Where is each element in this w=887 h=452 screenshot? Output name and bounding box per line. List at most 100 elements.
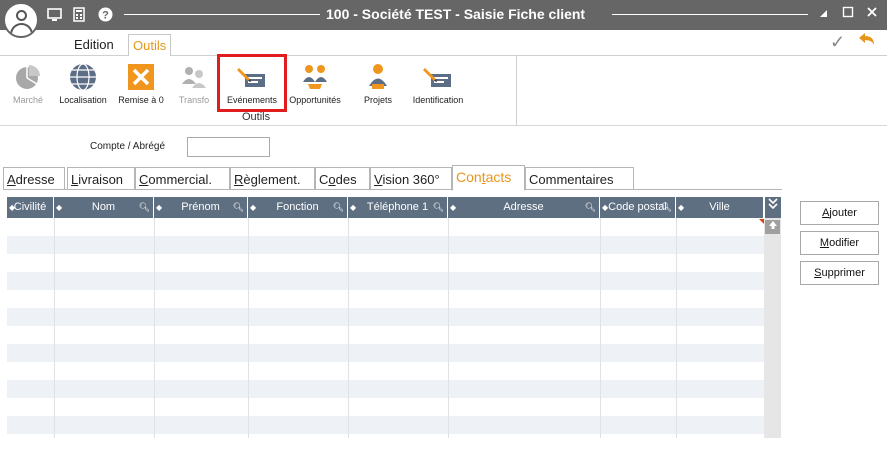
localisation-label: Localisation xyxy=(59,95,107,105)
transfer-people-icon xyxy=(179,62,209,92)
sort-icon: ◆ xyxy=(450,203,457,212)
remise-label: Remise à 0 xyxy=(118,95,164,105)
tab-baseline xyxy=(3,189,782,190)
table-row[interactable] xyxy=(7,344,764,362)
col-divider xyxy=(676,218,677,438)
vertical-scrollbar[interactable] xyxy=(764,218,781,438)
svg-text:?: ? xyxy=(102,10,109,22)
identification-button[interactable]: Identification xyxy=(409,62,467,105)
col-divider xyxy=(348,218,349,438)
table-row[interactable] xyxy=(7,290,764,308)
key-icon: 🔍︎ xyxy=(232,202,244,212)
tab-commentaires[interactable]: Commentaires xyxy=(525,167,634,190)
tab-contacts[interactable]: Contacts xyxy=(452,165,525,191)
col-code-postal[interactable]: ◆ Code postal 🔍︎ xyxy=(600,197,676,218)
expand-columns-icon[interactable] xyxy=(764,197,781,218)
pen-card-icon xyxy=(423,62,453,92)
pie-chart-icon xyxy=(13,62,43,92)
title-bar: ? 100 - Société TEST - Saisie Fiche clie… xyxy=(0,0,887,30)
close-icon[interactable] xyxy=(864,6,880,22)
compte-field[interactable] xyxy=(187,137,270,157)
table-row[interactable] xyxy=(7,254,764,272)
col-divider xyxy=(448,218,449,438)
tab-reglement[interactable]: Règlement. xyxy=(230,167,315,190)
localisation-button[interactable]: Localisation xyxy=(57,62,109,105)
minimize-icon[interactable] xyxy=(815,6,831,22)
evenements-highlight-box xyxy=(217,54,287,112)
menu-bar: Edition Outils ✓ xyxy=(0,30,887,57)
maximize-icon[interactable] xyxy=(840,6,856,22)
grid-header: ◆ Civilité ◆ Nom 🔍︎ ◆ Prénom 🔍︎ ◆ Fonction 🔍︎ ◆… xyxy=(7,197,781,218)
monitor-icon[interactable] xyxy=(47,7,62,22)
window-title: 100 - Société TEST - Saisie Fiche client xyxy=(326,6,586,22)
opportunites-label: Opportunités xyxy=(289,95,341,105)
projets-label: Projets xyxy=(363,95,392,105)
col-nom[interactable]: ◆ Nom 🔍︎ xyxy=(54,197,154,218)
col-divider xyxy=(54,218,55,438)
globe-icon xyxy=(68,62,98,92)
opportunites-button[interactable]: Opportunités xyxy=(287,62,343,105)
scroll-up-arrow-icon[interactable] xyxy=(765,220,780,234)
undo-arrow-icon[interactable] xyxy=(857,31,877,52)
table-row[interactable] xyxy=(7,218,764,236)
table-row[interactable] xyxy=(7,236,764,254)
help-icon[interactable]: ? xyxy=(98,7,113,22)
key-icon: 🔍︎ xyxy=(432,202,444,212)
sort-icon: ◆ xyxy=(9,203,16,212)
tab-codes[interactable]: Codes xyxy=(315,167,370,190)
key-icon: 🔍︎ xyxy=(138,202,150,212)
transfo-button[interactable]: Transfo xyxy=(175,62,213,105)
col-divider xyxy=(600,218,601,438)
key-icon: 🔍︎ xyxy=(584,202,596,212)
sort-icon: ◆ xyxy=(156,203,163,212)
tab-adresse[interactable]: Adresse xyxy=(3,167,65,190)
projets-button[interactable]: Projets xyxy=(358,62,398,105)
col-fonction[interactable]: ◆ Fonction 🔍︎ xyxy=(248,197,348,218)
sort-icon: ◆ xyxy=(250,203,257,212)
reset-x-icon xyxy=(126,62,156,92)
marche-label: Marché xyxy=(12,95,43,105)
key-icon: 🔍︎ xyxy=(660,202,672,212)
col-divider xyxy=(248,218,249,438)
col-civilite[interactable]: ◆ Civilité xyxy=(7,197,54,218)
menu-tab-outils[interactable]: Outils xyxy=(128,34,172,57)
compte-label: Compte / Abrégé xyxy=(90,141,166,152)
col-divider xyxy=(154,218,155,438)
delete-button[interactable]: Supprimer xyxy=(800,261,879,285)
edit-button[interactable]: Modifier xyxy=(800,231,879,255)
table-row[interactable] xyxy=(7,362,764,380)
add-button[interactable]: Ajouter xyxy=(800,201,879,225)
table-row[interactable] xyxy=(7,416,764,434)
remise-a-zero-button[interactable]: Remise à 0 xyxy=(116,62,166,105)
table-row[interactable] xyxy=(7,434,764,452)
handshake-icon xyxy=(300,62,330,92)
key-icon: 🔍︎ xyxy=(332,202,344,212)
ribbon-group-label: Outils xyxy=(242,111,271,123)
validate-check-icon[interactable]: ✓ xyxy=(830,32,845,53)
col-adresse[interactable]: ◆ Adresse 🔍︎ xyxy=(448,197,600,218)
col-prenom[interactable]: ◆ Prénom 🔍︎ xyxy=(154,197,248,218)
marche-button[interactable]: Marché xyxy=(8,62,48,105)
table-row[interactable] xyxy=(7,326,764,344)
ribbon-separator xyxy=(516,56,517,126)
project-icon xyxy=(363,62,393,92)
table-row[interactable] xyxy=(7,398,764,416)
tab-vision-360[interactable]: Vision 360° xyxy=(370,167,452,190)
table-row[interactable] xyxy=(7,380,764,398)
contacts-grid: ◆ Civilité ◆ Nom 🔍︎ ◆ Prénom 🔍︎ ◆ Fonction 🔍︎ ◆… xyxy=(7,197,781,438)
calculator-icon[interactable] xyxy=(72,7,87,22)
ribbon: Marché Localisation Remise à 0 Transfo E… xyxy=(0,56,887,126)
title-line-left xyxy=(124,14,320,15)
title-line-right xyxy=(612,14,808,15)
col-ville[interactable]: ◆ Ville xyxy=(676,197,764,218)
identification-label: Identification xyxy=(412,95,464,105)
transfo-label: Transfo xyxy=(178,95,210,105)
table-row[interactable] xyxy=(7,272,764,290)
col-telephone[interactable]: ◆ Téléphone 1 🔍︎ xyxy=(348,197,448,218)
tab-livraison[interactable]: Livraison xyxy=(67,167,135,190)
table-row[interactable] xyxy=(7,308,764,326)
tab-commercial[interactable]: Commercial. xyxy=(135,167,230,190)
user-avatar-icon[interactable] xyxy=(3,2,39,38)
menu-tab-edition[interactable]: Edition xyxy=(70,34,118,56)
sort-icon: ◆ xyxy=(602,203,609,212)
